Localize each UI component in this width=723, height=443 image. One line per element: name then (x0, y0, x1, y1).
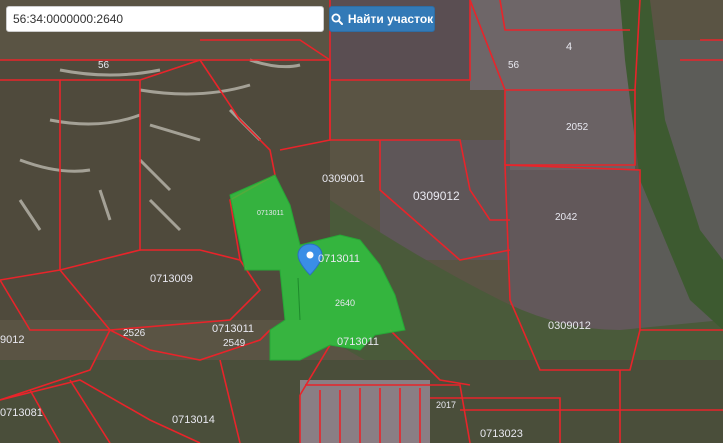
terrain-field-right (470, 0, 640, 90)
parcel-label: 0713011 (257, 210, 284, 217)
parcel-label: 2549 (223, 338, 246, 349)
search-button-label: Найти участок (347, 12, 434, 26)
parcel-label: 4 (566, 41, 572, 53)
parcel-label: 2052 (566, 122, 589, 133)
parcel-label: 0713081 (0, 407, 43, 419)
parcel-label: 56 (98, 60, 110, 71)
parcel-label: 56 (508, 60, 520, 71)
parcel-label: 2042 (555, 212, 578, 223)
search-icon (331, 13, 343, 25)
parcel-label: 0713011 (318, 253, 360, 265)
parcel-label: 0713011 (337, 336, 379, 348)
satellite-map[interactable]: 4 56 56 2052 2042 0309001 0309012 030901… (0, 0, 723, 443)
parcel-label: 0713009 (150, 273, 193, 285)
parcel-label: 2526 (123, 328, 146, 339)
parcel-label: 0309001 (322, 173, 365, 185)
parcel-label: 0309012 (548, 320, 591, 332)
parcel-label: 0713011 (212, 323, 254, 335)
parcel-label: 0309012 (413, 189, 460, 203)
search-button[interactable]: Найти участок (329, 6, 435, 32)
parcel-label: 2640 (335, 298, 355, 308)
parcel-label: 2017 (436, 400, 456, 410)
parcel-label: 0713023 (480, 428, 523, 440)
parcel-label: 0713014 (172, 414, 215, 426)
parcel-label: 9012 (0, 334, 24, 346)
search-input[interactable]: 56:34:0000000:2640 (6, 6, 324, 32)
